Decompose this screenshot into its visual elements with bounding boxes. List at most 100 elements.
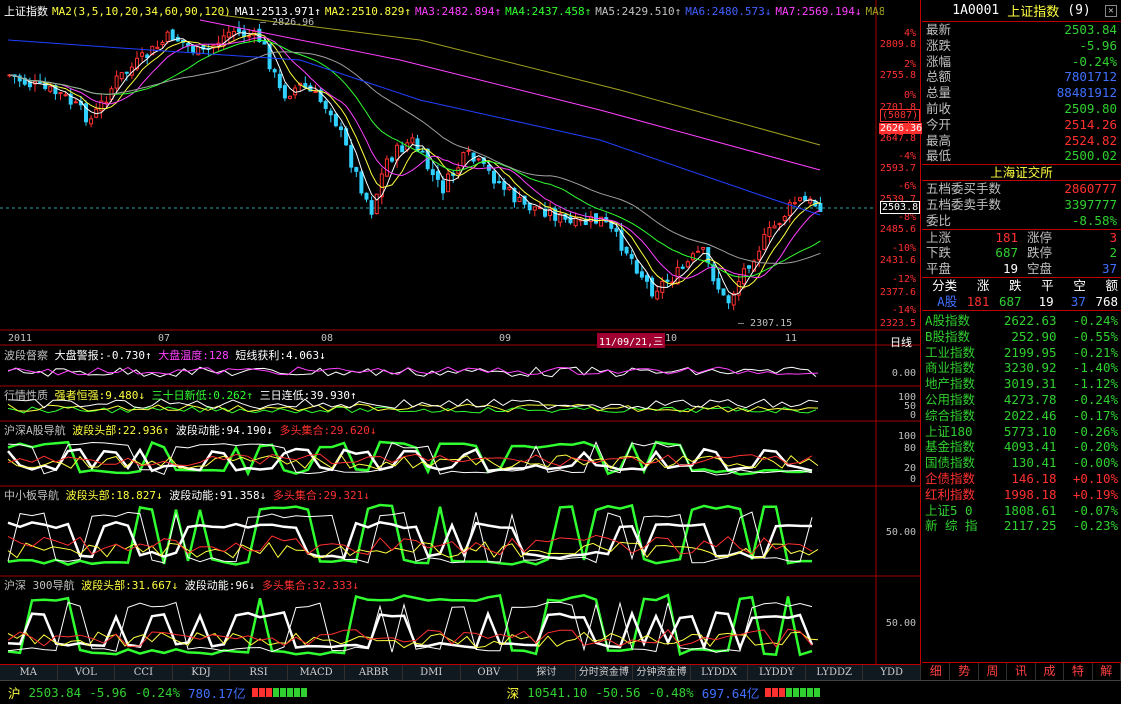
close-icon[interactable]: ✕ (1105, 5, 1117, 17)
ma-legend: 上证指数 MA2(3,5,10,20,34,60,90,120) MA1:2513.… (4, 3, 884, 17)
period-label[interactable]: 日线 (890, 334, 912, 350)
quote-tab-5[interactable]: 特 (1064, 663, 1093, 680)
candle-body (792, 202, 797, 205)
sh-change: -5.96 (89, 685, 127, 700)
sh-amount: 780.17亿 (188, 686, 246, 701)
breadth-value: 687 (995, 245, 1018, 261)
index-row[interactable]: 企债指数 146.18 +0.10% (922, 471, 1121, 487)
breadth-value: 2 (1109, 245, 1117, 261)
candle-body (441, 180, 445, 194)
index-row[interactable]: 公用指数 4273.78 -0.24% (922, 392, 1121, 408)
tab-12[interactable]: LYDDX (691, 665, 749, 680)
price-tick: 2377.6 (879, 287, 916, 298)
pane5-axis-50: 50.00 (885, 618, 916, 629)
tab-2[interactable]: CCI (115, 665, 173, 680)
pane2-yellow-line (7, 403, 819, 413)
sz-label: 深 (506, 686, 520, 701)
candle-body (624, 246, 629, 254)
cursor-date: 11/09/21,三 (597, 333, 666, 348)
quote-tab-4[interactable]: 成 (1036, 663, 1065, 680)
index-row[interactable]: 基金指数 4093.41 -0.20% (922, 439, 1121, 455)
tab-9[interactable]: 探讨 (518, 665, 576, 680)
stock-name: 上证指数 (1007, 5, 1060, 20)
quote-tab-1[interactable]: 势 (950, 663, 979, 680)
tab-6[interactable]: ARBR (345, 665, 403, 680)
candle-body (777, 223, 782, 226)
candle-body (140, 52, 145, 57)
breadth-value: 19 (1002, 261, 1018, 277)
quote-label: 涨跌 (926, 37, 952, 53)
candle-body (502, 181, 507, 190)
candle-body (634, 260, 639, 274)
tab-11[interactable]: 分钟资金博 (633, 665, 691, 680)
quote-tab-2[interactable]: 周 (979, 663, 1008, 680)
candle-body (757, 250, 762, 261)
candle-body (466, 149, 471, 152)
quote-label: 最高 (926, 132, 952, 148)
tab-3[interactable]: KDJ (173, 665, 231, 680)
tab-5[interactable]: MACD (288, 665, 346, 680)
index-row[interactable]: 商业指数 3230.92 -1.40% (922, 360, 1121, 376)
tab-4[interactable]: RSI (230, 665, 288, 680)
quote-label: 最新 (926, 22, 952, 37)
index-value: 2622.63 (1003, 312, 1057, 328)
exchange-title: 上海证交所 (922, 164, 1121, 182)
index-name: 基金指数 (925, 439, 976, 455)
tab-10[interactable]: 分时资金博 (576, 665, 634, 680)
tab-7[interactable]: DMI (403, 665, 461, 680)
ma8-value: MA8:2611.1↓ (865, 5, 884, 17)
tab-15[interactable]: YDD (863, 665, 921, 680)
category-cell: 37 (1070, 293, 1086, 309)
candle-body (186, 43, 190, 46)
quote-tab-3[interactable]: 讯 (1007, 663, 1036, 680)
index-row[interactable]: 工业指数 2199.95 -0.21% (922, 345, 1121, 361)
index-change: -0.24% (1072, 391, 1118, 407)
candle-body (262, 41, 267, 45)
index-row[interactable]: 综合指数 2022.46 -0.17% (922, 408, 1121, 424)
candle-body (527, 202, 532, 211)
quote-tab-0[interactable]: 细 (922, 663, 951, 680)
candle-body (629, 254, 634, 259)
candle-body (369, 200, 374, 215)
quote-row: 总额 7801712 (922, 69, 1121, 85)
date-label-07: 07 (158, 333, 171, 344)
index-row[interactable]: A股指数 2622.63 -0.24% (922, 313, 1121, 329)
index-row[interactable]: B股指数 252.90 -0.55% (922, 329, 1121, 345)
sh-index: 2503.84 (28, 685, 82, 700)
index-row[interactable]: 新 综 指 2117.25 -0.23% (922, 518, 1121, 534)
order-rows: 五档委买手数 2860777 五档委卖手数 3397777 委比 -8.58% (922, 181, 1121, 228)
category-header: 分类 涨 跌 平 空 额 (922, 278, 1121, 294)
candle-body (272, 69, 277, 73)
candle-body (191, 45, 196, 53)
sz-index: 10541.10 (527, 685, 588, 700)
current-price-badge: 2503.8 (880, 201, 921, 214)
tab-0[interactable]: MA (0, 665, 58, 680)
candle-body (63, 94, 68, 97)
index-change: -0.21% (1072, 344, 1118, 360)
index-change: -0.17% (1072, 407, 1118, 423)
chart-area[interactable]: 上证指数 MA2(3,5,10,20,34,60,90,120) MA1:2513.… (0, 0, 924, 664)
tab-8[interactable]: OBV (461, 665, 519, 680)
index-value: 2199.95 (1003, 344, 1057, 360)
index-row[interactable]: 国债指数 130.41 -0.00% (922, 455, 1121, 471)
candle-body (333, 113, 338, 127)
index-value: 1998.18 (1003, 486, 1057, 502)
sh-label: 沪 (8, 686, 21, 701)
candle-body (685, 261, 690, 268)
index-name: 上证180 (925, 423, 973, 439)
tab-1[interactable]: VOL (58, 665, 116, 680)
chart-canvas[interactable] (0, 0, 921, 664)
sh-percent: -0.24% (134, 685, 180, 700)
quote-tab-6[interactable]: 解 (1093, 663, 1121, 680)
price-tick: 2809.8 (879, 39, 916, 50)
tab-13[interactable]: LYDDY (748, 665, 806, 680)
index-row[interactable]: 红利指数 1998.18 +0.19% (922, 487, 1121, 503)
index-value: 2117.25 (1003, 518, 1057, 534)
index-row[interactable]: 上证5 0 1808.61 -0.07% (922, 503, 1121, 519)
tab-14[interactable]: LYDDZ (806, 665, 864, 680)
order-label: 五档委卖手数 (926, 196, 1002, 212)
candle-body (155, 46, 160, 49)
index-row[interactable]: 上证180 5773.10 -0.26% (922, 424, 1121, 440)
index-change: -0.26% (1072, 423, 1118, 439)
index-row[interactable]: 地产指数 3019.31 -1.12% (922, 376, 1121, 392)
